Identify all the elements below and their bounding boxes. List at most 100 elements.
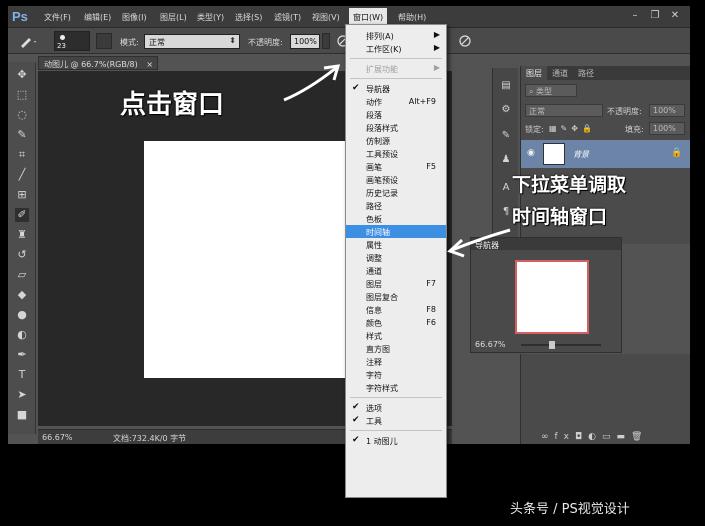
close-icon[interactable]: ✕: [668, 10, 682, 22]
restore-icon[interactable]: ❐: [648, 10, 662, 22]
eyedropper-tool-icon[interactable]: ╱: [15, 168, 29, 182]
window-menu-item[interactable]: 图层 F7: [346, 277, 446, 290]
window-menu-item-label: 段落: [366, 111, 382, 120]
navigator-zoom[interactable]: 66.67%: [475, 340, 506, 349]
menu-help[interactable]: 帮助(H): [398, 12, 426, 23]
clone-stamp-tool-icon[interactable]: ♜: [15, 228, 29, 242]
menu-file[interactable]: 文件(F): [44, 12, 71, 23]
window-menu-item-label: 工具: [366, 417, 382, 426]
pressure-size-icon[interactable]: [458, 34, 472, 48]
lasso-tool-icon[interactable]: ◌: [15, 108, 29, 122]
navigator-zoom-knob[interactable]: [549, 341, 555, 349]
type-tool-icon[interactable]: T: [15, 368, 29, 382]
menu-type[interactable]: 类型(Y): [197, 12, 224, 23]
window-menu-item[interactable]: 时间轴: [346, 225, 446, 238]
window-menu-item[interactable]: 路径: [346, 199, 446, 212]
history-brush-tool-icon[interactable]: ↺: [15, 248, 29, 262]
marquee-tool-icon[interactable]: ⬚: [15, 88, 29, 102]
window-menu-item-label: 画笔: [366, 163, 382, 172]
window-menu-item[interactable]: 颜色 F6: [346, 316, 446, 329]
menu-edit[interactable]: 编辑(E): [84, 12, 111, 23]
menu-view[interactable]: 视图(V): [312, 12, 340, 23]
window-menu-item[interactable]: 色板: [346, 212, 446, 225]
fill-input[interactable]: 100%: [649, 122, 685, 135]
brush-tool-icon[interactable]: ✐: [15, 208, 29, 222]
clone-source-panel-icon[interactable]: ♟: [498, 152, 514, 168]
document-canvas[interactable]: [144, 141, 347, 378]
history-panel-icon[interactable]: ▤: [498, 78, 514, 94]
layer-row-background[interactable]: ◉ 背景 🔒: [521, 140, 690, 168]
navigator-preview[interactable]: [515, 260, 589, 334]
path-selection-tool-icon[interactable]: ➤: [15, 388, 29, 402]
lock-icons[interactable]: ▦✎✥🔒: [549, 124, 596, 133]
tab-channels[interactable]: 通道: [547, 66, 573, 80]
window-menu-item[interactable]: 调整: [346, 251, 446, 264]
window-menu-item-label: 图层复合: [366, 293, 398, 302]
brush-tool-preset-icon[interactable]: [18, 33, 38, 49]
window-menu-item[interactable]: 工具预设: [346, 147, 446, 160]
window-menu-item[interactable]: 动作 Alt+F9: [346, 95, 446, 108]
window-menu-item[interactable]: 段落: [346, 108, 446, 121]
window-menu-item[interactable]: 通道: [346, 264, 446, 277]
window-menu-item[interactable]: ✔ 选项: [346, 401, 446, 414]
opacity-input[interactable]: 100%: [290, 34, 320, 49]
properties-panel-icon[interactable]: ⚙: [498, 102, 514, 118]
window-menu-item[interactable]: 画笔 F5: [346, 160, 446, 173]
window-menu-item[interactable]: ✔ 导航器: [346, 82, 446, 95]
zoom-level[interactable]: 66.67%: [42, 433, 73, 442]
window-menu-item: 扩展功能 ▶: [346, 62, 446, 75]
brush-panel-icon[interactable]: ✎: [498, 128, 514, 144]
window-menu-item[interactable]: 属性: [346, 238, 446, 251]
window-menu-item[interactable]: 图层复合: [346, 290, 446, 303]
menu-layer[interactable]: 图层(L): [160, 12, 187, 23]
minimize-icon[interactable]: –: [628, 10, 642, 22]
watermark: 头条号 / PS视觉设计: [510, 502, 630, 517]
window-menu-item[interactable]: 工作区(K) ▶: [346, 42, 446, 55]
dodge-tool-icon[interactable]: ◐: [15, 328, 29, 342]
window-menu-item[interactable]: 注释: [346, 355, 446, 368]
blend-mode-select[interactable]: 正常: [525, 104, 603, 117]
healing-brush-tool-icon[interactable]: ⊞: [15, 188, 29, 202]
menu-select[interactable]: 选择(S): [235, 12, 262, 23]
window-menu-item[interactable]: 画笔预设: [346, 173, 446, 186]
window-menu-item-label: 历史记录: [366, 189, 398, 198]
paint-bucket-tool-icon[interactable]: ◆: [15, 288, 29, 302]
quick-selection-tool-icon[interactable]: ✎: [15, 128, 29, 142]
window-menu-item[interactable]: 历史记录: [346, 186, 446, 199]
layer-opacity-input[interactable]: 100%: [649, 104, 685, 117]
navigator-zoom-slider[interactable]: [521, 341, 601, 349]
window-menu-item[interactable]: 段落样式: [346, 121, 446, 134]
submenu-arrow-icon: ▶: [433, 43, 440, 52]
layer-panel-footer-icons[interactable]: ∞fx◘◐▭▬🗑: [541, 432, 648, 442]
window-menu-item-label: 画笔预设: [366, 176, 398, 185]
window-menu-item[interactable]: 信息 F8: [346, 303, 446, 316]
window-menu-item[interactable]: 字符: [346, 368, 446, 381]
tab-layers[interactable]: 图层: [521, 66, 547, 80]
eye-icon[interactable]: ◉: [527, 148, 535, 158]
brush-size-picker[interactable]: 23: [54, 31, 90, 51]
window-menu-item[interactable]: 排列(A) ▶: [346, 29, 446, 42]
opacity-slider-toggle-icon[interactable]: [322, 33, 330, 49]
window-menu-item[interactable]: 仿制源: [346, 134, 446, 147]
move-tool-icon[interactable]: ✥: [15, 68, 29, 82]
crop-tool-icon[interactable]: ⌗: [15, 148, 29, 162]
window-menu-item[interactable]: ✔ 工具: [346, 414, 446, 427]
window-menu-item[interactable]: ✔ 1 动图儿: [346, 434, 446, 447]
arrow-to-window-menu-icon: [283, 64, 341, 102]
menu-filter[interactable]: 滤镜(T): [274, 12, 301, 23]
close-tab-icon[interactable]: ×: [146, 60, 153, 69]
tab-paths[interactable]: 路径: [573, 66, 599, 80]
window-menu-item[interactable]: 直方图: [346, 342, 446, 355]
rectangle-tool-icon[interactable]: ■: [15, 408, 29, 422]
menu-image[interactable]: 图像(I): [122, 12, 147, 23]
document-tab[interactable]: 动图儿 @ 66.7%(RGB/8) ×: [38, 56, 158, 70]
layer-kind-filter[interactable]: ⌕ 类型: [525, 84, 577, 97]
brush-panel-toggle-icon[interactable]: [96, 33, 112, 49]
eraser-tool-icon[interactable]: ▱: [15, 268, 29, 282]
window-menu-item[interactable]: 样式: [346, 329, 446, 342]
blur-tool-icon[interactable]: ●: [15, 308, 29, 322]
pen-tool-icon[interactable]: ✒: [15, 348, 29, 362]
window-menu-item-shortcut: Alt+F9: [408, 97, 436, 106]
window-menu-item[interactable]: 字符样式: [346, 381, 446, 394]
mode-select[interactable]: 正常 ⬍: [144, 34, 240, 49]
